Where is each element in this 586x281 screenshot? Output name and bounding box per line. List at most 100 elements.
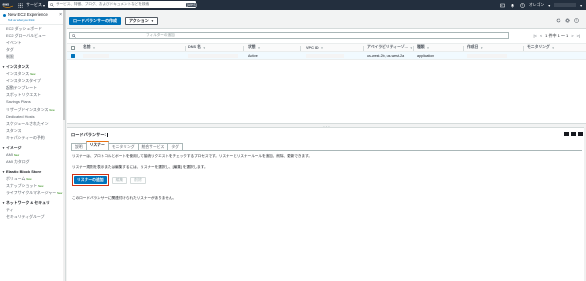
close-icon[interactable]: × [59, 12, 62, 18]
services-caret-icon[interactable]: ▾ [43, 3, 45, 8]
notifications-bell-icon[interactable] [509, 2, 515, 8]
chevron-down-icon: ▼ [2, 169, 5, 174]
sidebar-item-label: インスタンス [5, 64, 30, 70]
sidebar-item[interactable]: EC2 グローバルビュー [0, 32, 65, 39]
sidebar-item[interactable]: AMI カタログ [0, 158, 65, 165]
column-header-created[interactable]: 作成日 ▼ [467, 44, 483, 51]
sidebar-item[interactable]: インスタンスNew [0, 70, 65, 77]
actions-label: アクション [129, 17, 149, 23]
delete-button[interactable]: 削除 [130, 176, 146, 184]
sidebar-item-label: スポットリクエスト [6, 92, 42, 98]
column-header-az[interactable]: アベイラビリティーゾ... ▼ [367, 44, 413, 51]
svg-text:?: ? [576, 19, 578, 23]
sort-icon: ▼ [426, 45, 430, 50]
cloudshell-icon[interactable] [499, 2, 505, 8]
ec2-sidebar: New EC2 Experience Tell us what you thin… [0, 10, 66, 281]
sidebar-item-label: Dedicated Hosts [6, 113, 35, 119]
settings-gear-icon[interactable] [565, 18, 570, 23]
sidebar-section-header[interactable]: ▼イメージ [0, 144, 65, 151]
table-row[interactable]: Active us-west-2b, us-west-2a applicatio… [67, 52, 586, 60]
cell-state: Active [248, 53, 258, 58]
column-header-monitoring[interactable]: モニタリング ▼ [527, 44, 555, 51]
sidebar-item[interactable]: インスタンスタイプ [0, 77, 65, 84]
sidebar-item[interactable]: 制限 [0, 53, 65, 60]
column-header-name[interactable]: 名前 ▼ [83, 44, 95, 51]
refresh-icon[interactable] [556, 18, 561, 23]
sidebar-item-label: インスタンス [6, 71, 30, 77]
sidebar-item[interactable]: EC2 ダッシュボード [0, 25, 65, 32]
sidebar-item[interactable]: ボリュームNew [0, 175, 65, 182]
global-search-input[interactable]: サービス、特徴、ブログ、およびドキュメントなどを検索 [48, 1, 196, 8]
sidebar-item[interactable]: イベント [0, 39, 65, 46]
pagination: |< < 1 件中 1 ～ 1 > >| [533, 32, 580, 39]
sidebar-item[interactable]: タグ [0, 46, 65, 53]
tab-underline [71, 149, 582, 151]
sidebar-item[interactable]: スナップショットNew [0, 182, 65, 189]
cell-name[interactable] [83, 52, 109, 59]
layout-bottom-icon[interactable] [578, 132, 583, 136]
column-header-dns[interactable]: DNS 名 ▼ [188, 44, 206, 51]
search-icon [50, 2, 54, 7]
help-circle-icon[interactable]: ? [574, 18, 579, 23]
sidebar-item[interactable]: リザーブドインスタンスNew [0, 106, 65, 113]
edit-button[interactable]: 編集 [111, 176, 128, 184]
load-balancer-detail-panel: ロードバランサー: 説明 リスナー モニタリング 統合サービス タグ リスナーは… [67, 127, 586, 281]
services-grid-icon[interactable] [16, 0, 25, 10]
account-menu[interactable] [554, 3, 577, 7]
filter-search-input[interactable]: フィルターの追加 [69, 32, 509, 39]
services-menu[interactable]: サービス [26, 2, 42, 8]
sidebar-item-label: EC2 ダッシュボード [6, 26, 42, 31]
first-page-icon[interactable]: |< [533, 33, 536, 38]
new-experience-toggle[interactable]: New EC2 Experience Tell us what you thin… [0, 10, 65, 25]
sidebar-section-header[interactable]: ▼インスタンス [0, 63, 65, 70]
row-checkbox[interactable] [71, 53, 75, 58]
cell-vpc[interactable] [306, 52, 344, 59]
sidebar-item-label: イメージ [5, 144, 22, 150]
sidebar-item[interactable]: ライフサイクルマネージャーNew [0, 189, 65, 196]
sidebar-item[interactable]: セキュリティグループ [0, 213, 65, 220]
sidebar-item-label: AMI [6, 151, 13, 157]
new-badge: New [30, 73, 36, 77]
region-caret-icon[interactable]: ▾ [548, 3, 550, 8]
chevron-down-icon: ▼ [2, 65, 5, 70]
column-header-vpc[interactable]: VPC ID ▼ [306, 44, 323, 51]
cell-dns[interactable] [188, 52, 238, 59]
select-all-checkbox[interactable] [71, 45, 75, 50]
load-balancer-list-panel: フィルターの追加 |< < 1 件中 1 ～ 1 > >| 名前 ▼ DNS 名 ▼… [67, 28, 586, 124]
sidebar-item[interactable]: 起動テンプレート [0, 84, 65, 91]
sidebar-item[interactable]: スポットリクエスト [0, 91, 65, 98]
sidebar-item[interactable]: Savings Plans [0, 98, 65, 105]
sidebar-item[interactable]: スケジュールされたイン [0, 120, 65, 127]
column-header-state[interactable]: 状態 ▼ [248, 44, 260, 51]
column-header-type[interactable]: 種類 ▼ [417, 44, 429, 51]
prev-page-icon[interactable]: < [540, 33, 542, 38]
sidebar-scrollbar[interactable] [63, 10, 65, 281]
next-page-icon[interactable]: > [571, 33, 573, 38]
sidebar-item-label: タグ [6, 47, 14, 53]
sidebar-item-label: ネットワーク & セキュリ [5, 200, 50, 206]
actions-dropdown-button[interactable]: アクション ▼ [125, 16, 158, 25]
create-load-balancer-button[interactable]: ロードバランサーの作成 [69, 16, 121, 25]
sidebar-item[interactable]: AMINew [0, 151, 65, 158]
search-icon [72, 33, 76, 38]
sidebar-item[interactable]: スタンス [0, 127, 65, 134]
sidebar-item[interactable]: キャパシティーの予約 [0, 134, 65, 141]
new-badge: New [49, 108, 55, 112]
help-icon[interactable]: ? [519, 2, 525, 8]
sidebar-item[interactable]: ティ [0, 206, 65, 213]
sidebar-item[interactable]: Dedicated Hosts [0, 113, 65, 120]
search-placeholder: サービス、特徴、ブログ、およびドキュメントなどを検索 [56, 2, 150, 6]
sidebar-section-header[interactable]: ▼ネットワーク & セキュリ [0, 199, 65, 206]
layout-full-icon[interactable] [564, 132, 569, 136]
sidebar-section-header[interactable]: ▼Elastic Block Store [0, 168, 65, 175]
toggle-icon[interactable] [3, 14, 6, 17]
feedback-link[interactable]: Tell us what you think [8, 18, 62, 22]
region-selector[interactable]: オレゴン [529, 3, 544, 8]
add-listener-button[interactable]: リスナーの追加 [74, 176, 107, 184]
listener-actions: リスナーの追加 編集 削除 [72, 174, 146, 186]
aws-logo[interactable]: aws [0, 0, 16, 10]
last-page-icon[interactable]: >| [577, 33, 580, 38]
account-caret-icon[interactable]: ▾ [580, 3, 582, 8]
layout-split-icon[interactable] [571, 132, 576, 136]
sidebar-item-label: EC2 グローバルビュー [6, 33, 46, 39]
